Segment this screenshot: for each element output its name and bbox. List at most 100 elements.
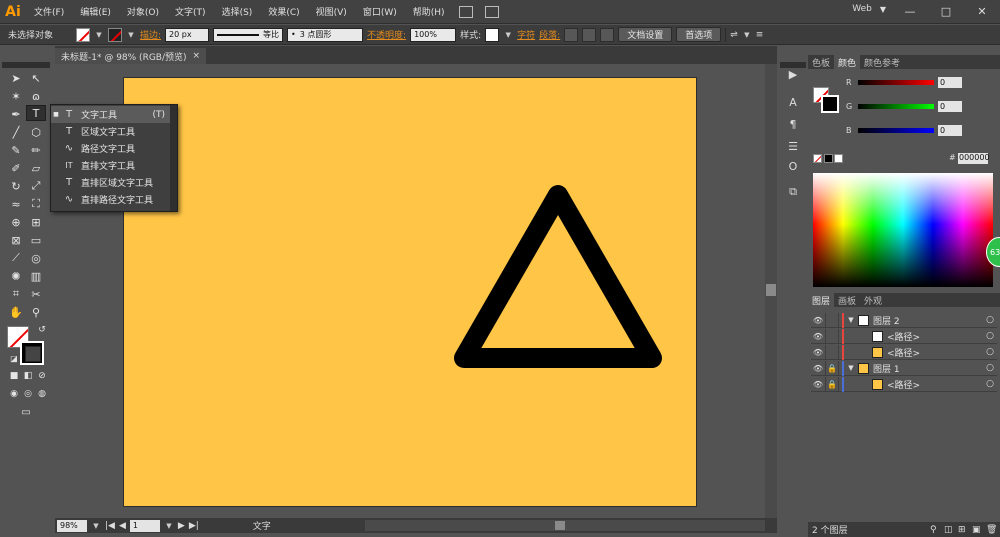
flyout-path-type-tool[interactable]: ∿ 路径文字工具 [51,140,171,157]
opacity-label[interactable]: 不透明度: [367,28,406,41]
target-icon[interactable]: ○ [983,347,997,357]
screen-mode-icon[interactable]: ▭ [16,404,36,420]
expand-icon[interactable]: ▼ [844,364,858,372]
stroke-label[interactable]: 描边: [140,28,161,41]
artboard[interactable] [123,77,697,507]
align-left-button[interactable] [564,27,579,42]
prev-page-icon[interactable]: ◀ [119,521,126,531]
stroke-swatch[interactable] [821,95,839,113]
eye-icon[interactable]: 👁 [811,380,825,389]
delete-layer-icon[interactable]: 🗑 [986,525,1000,535]
bridge-icon[interactable] [458,5,473,18]
type-tool-icon[interactable]: T [26,105,46,121]
none-mode-icon[interactable]: ⊘ [32,368,52,384]
layer-row[interactable]: 👁 <路径> ○ [811,344,997,360]
align-center-button[interactable] [582,27,597,42]
width-tool-icon[interactable]: ≈ [6,196,26,212]
fill-swatch[interactable] [76,27,90,42]
menu-type[interactable]: 文字(T) [167,5,214,18]
artboard-tool-icon[interactable]: ⌗ [6,286,26,302]
layer-row[interactable]: 👁 ▼ 图层 2 ○ [811,312,997,328]
first-page-icon[interactable]: |◀ [105,521,115,531]
pen-tool-icon[interactable]: ✒ [6,106,26,122]
eraser-tool-icon[interactable]: ▱ [26,160,46,176]
workspace-switcher[interactable]: Web ▼ [852,4,886,14]
eyedropper-tool-icon[interactable]: ⟋ [6,250,26,266]
menu-window[interactable]: 窗口(W) [355,5,405,18]
polygon-tool-icon[interactable]: ⬡ [26,124,46,140]
menu-view[interactable]: 视图(V) [308,5,355,18]
last-page-icon[interactable]: ▶| [189,521,199,531]
gradient-tool-icon[interactable]: ▭ [26,232,46,248]
opentype-panel-icon[interactable]: O [785,158,801,174]
target-icon[interactable]: ○ [983,379,997,389]
minimize-button[interactable]: — [892,0,928,22]
paintbrush-tool-icon[interactable]: ✎ [6,142,26,158]
layer-row[interactable]: 👁 <路径> ○ [811,328,997,344]
tear-off-strip[interactable] [170,105,177,211]
flyout-type-tool[interactable]: ■ T 文字工具 (T) [51,106,171,123]
horizontal-scrollbar[interactable] [365,520,765,531]
eye-icon[interactable]: 👁 [811,348,825,357]
stroke-width-field[interactable]: 20 px [165,27,210,42]
blue-slider[interactable] [858,127,934,133]
transform-panel-icon[interactable]: ⧉ [785,184,801,200]
lock-toggle[interactable] [825,344,839,360]
close-button[interactable]: ✕ [964,0,1000,22]
paragraph-panel-icon[interactable]: ¶ [785,116,801,132]
rotate-tool-icon[interactable]: ↻ [6,178,26,194]
stroke-swatch[interactable] [108,27,122,42]
locate-object-icon[interactable]: ⚲ [930,525,944,535]
arrange-icon[interactable]: ⇌ [730,30,738,40]
default-colors-icon[interactable]: ◪ [4,350,24,366]
brush-select[interactable]: • 3 点圆形 [287,27,364,42]
flyout-vertical-path-type-tool[interactable]: ∿ 直排路径文字工具 [51,191,171,208]
triangle-shape[interactable] [454,185,662,368]
selection-tool-icon[interactable]: ➤ [6,70,26,86]
maximize-button[interactable]: □ [928,0,964,22]
play-icon[interactable]: ▶ [785,66,801,82]
black-swatch[interactable] [824,154,833,163]
layer-row[interactable]: 👁 🔒 <路径> ○ [811,376,997,392]
menu-file[interactable]: 文件(F) [26,5,72,18]
expand-icon[interactable]: ▼ [844,316,858,324]
new-sublayer-icon[interactable]: ⊞ [958,525,972,535]
blue-value[interactable]: 0 [938,124,962,136]
stroke-profile-select[interactable]: 等比 [213,27,284,42]
green-value[interactable]: 0 [938,100,962,112]
perspective-grid-tool-icon[interactable]: ⊞ [26,214,46,230]
document-tab[interactable]: 未标题-1* @ 98% (RGB/预览) × [55,48,207,64]
opacity-field[interactable]: 100% [410,27,457,42]
color-spectrum[interactable] [813,173,993,287]
close-tab-icon[interactable]: × [193,51,201,61]
document-setup-button[interactable]: 文档设置 [618,27,673,42]
menu-effect[interactable]: 效果(C) [260,5,307,18]
scroll-thumb[interactable] [555,521,565,530]
tab-appearance[interactable]: 外观 [860,293,886,307]
line-tool-icon[interactable]: ╱ [6,124,26,140]
chevron-down-icon[interactable]: ▼ [91,522,101,530]
preferences-button[interactable]: 首选项 [676,27,722,42]
chevron-down-icon[interactable]: ▼ [94,31,104,39]
chevron-down-icon[interactable]: ▼ [742,31,752,39]
list-panel-icon[interactable]: ☰ [785,138,801,154]
blob-brush-tool-icon[interactable]: ✐ [6,160,26,176]
panel-menu-icon[interactable]: ≡ [756,30,764,40]
clipping-mask-icon[interactable]: ◫ [944,525,958,535]
tab-swatches[interactable]: 色板 [808,55,834,69]
character-panel-icon[interactable]: A [785,94,801,110]
shape-builder-tool-icon[interactable]: ⊕ [6,214,26,230]
vertical-scrollbar[interactable] [765,64,777,518]
lock-toggle[interactable] [825,312,839,328]
lock-toggle[interactable] [825,328,839,344]
target-icon[interactable]: ○ [983,315,997,325]
hand-tool-icon[interactable]: ✋ [6,304,26,320]
tab-color-guide[interactable]: 颜色参考 [860,55,904,69]
page-field[interactable]: 1 [129,519,160,532]
flyout-vertical-type-tool[interactable]: IT 直排文字工具 [51,157,171,174]
toolbox-header[interactable] [2,62,50,68]
swap-colors-icon[interactable]: ↺ [32,322,52,338]
scroll-thumb[interactable] [766,284,776,296]
slice-tool-icon[interactable]: ✂ [26,286,46,302]
direct-selection-tool-icon[interactable]: ↖ [26,70,46,86]
